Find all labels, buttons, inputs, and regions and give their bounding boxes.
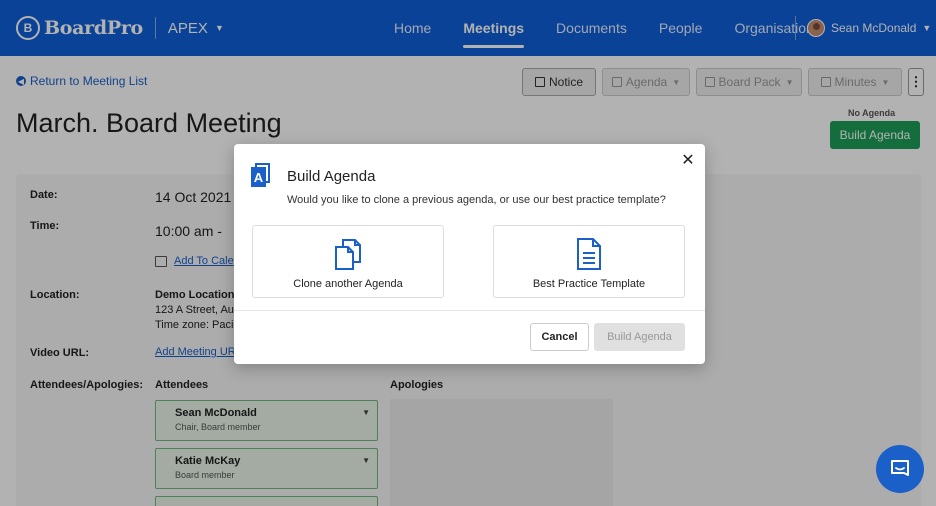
- agenda-icon-letter: A: [251, 167, 266, 187]
- document-icon: [577, 238, 601, 270]
- build-agenda-dialog: A Build Agenda ✕ Would you like to clone…: [234, 144, 705, 364]
- dialog-title: Build Agenda: [287, 168, 376, 185]
- build-agenda-submit-button[interactable]: Build Agenda: [594, 323, 685, 351]
- cancel-button[interactable]: Cancel: [530, 323, 589, 351]
- dialog-divider: [234, 310, 705, 311]
- clone-agenda-label: Clone another Agenda: [293, 278, 403, 290]
- dialog-description: Would you like to clone a previous agend…: [287, 194, 666, 206]
- chat-launcher-button[interactable]: [876, 445, 924, 493]
- agenda-icon: A: [251, 163, 270, 187]
- best-practice-template-option[interactable]: Best Practice Template: [493, 225, 685, 298]
- close-icon[interactable]: ✕: [681, 153, 695, 169]
- chat-icon: [891, 460, 909, 476]
- clone-agenda-option[interactable]: Clone another Agenda: [252, 225, 444, 298]
- template-label: Best Practice Template: [532, 278, 646, 290]
- copy-document-icon: [335, 239, 361, 270]
